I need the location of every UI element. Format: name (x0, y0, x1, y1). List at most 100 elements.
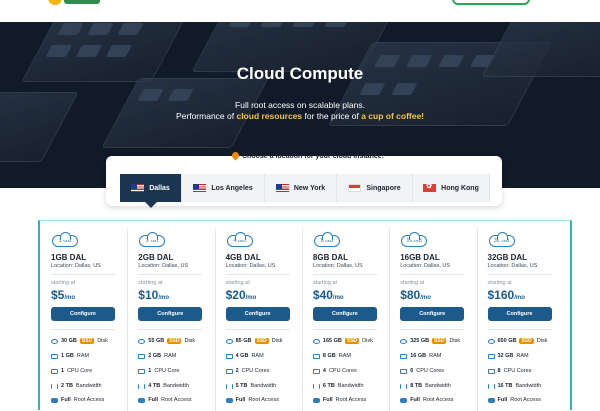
feature-label: CPU Cores (416, 368, 445, 374)
configure-button[interactable]: Configure (138, 307, 203, 321)
memory-icon (51, 353, 58, 359)
plan-feature: 6 TB Bandwidth (312, 383, 364, 389)
plan-feature: 1 CPU Core (51, 368, 92, 374)
location-tab-dallas[interactable]: Dallas (120, 174, 182, 208)
feature-value: Full (61, 397, 71, 403)
feature-label: Disk (362, 338, 373, 344)
divider (225, 329, 290, 330)
plan-price: $10/mo (138, 288, 169, 302)
plan-card: 16 GB 16GB DAL Location: Dallas, US startin… (389, 221, 476, 411)
ssd-badge: SSD (432, 338, 447, 344)
feature-label: RAM (76, 353, 90, 359)
location-tab-hong-kong[interactable]: Hong Kong (413, 174, 490, 202)
feature-label: CPU Core (67, 368, 93, 374)
cpu-icon (400, 368, 408, 374)
disk-icon (225, 338, 233, 344)
plan-feature: Full Root Access (400, 397, 454, 403)
feature-label: RAM (338, 353, 351, 359)
feature-value: 16 GB (410, 353, 427, 359)
plan-location: Location: Dallas, US (400, 263, 451, 269)
feature-value: 6 TB (322, 383, 335, 389)
lock-icon (51, 397, 58, 403)
flag-us-icon (131, 184, 145, 192)
feature-label: Root Access (73, 397, 105, 403)
price-period: /mo (332, 295, 344, 301)
plan-price: $20/mo (225, 288, 257, 302)
lock-icon (487, 397, 495, 403)
cpu-icon (51, 368, 58, 374)
plan-feature: 32 GB RAM (487, 353, 529, 359)
plan-feature: 325 GB SSD Disk (400, 338, 460, 344)
plan-feature: 8 GB RAM (312, 353, 351, 359)
divider (487, 274, 552, 275)
location-tab-singapore[interactable]: Singapore (337, 174, 413, 202)
plan-feature: Full Root Access (487, 397, 541, 403)
feature-label: Root Access (422, 397, 454, 403)
location-tab-los-angeles[interactable]: Los Angeles (182, 174, 265, 202)
feature-value: 1 (148, 368, 152, 374)
plan-feature: 4 CPU Cores (312, 368, 357, 374)
feature-value: 4 GB (235, 353, 249, 359)
lock-icon (312, 397, 320, 403)
configure-button[interactable]: Configure (487, 307, 552, 321)
price-prefix: starting at (51, 280, 76, 286)
plan-size-cloud-icon: 2 GB (139, 232, 166, 247)
plan-feature: 4 GB RAM (225, 353, 264, 359)
divider (51, 329, 115, 330)
ssd-badge: SSD (167, 338, 182, 344)
disk-icon (312, 338, 320, 344)
cpu-icon (138, 368, 146, 374)
price-prefix: starting at (312, 280, 338, 286)
feature-value: 650 GB (497, 338, 517, 344)
logo[interactable] (48, 0, 100, 7)
plan-feature: 55 GB SSD Disk (138, 338, 195, 344)
feature-label: CPU Cores (241, 368, 270, 374)
plan-card: 1 GB 1GB DAL Location: Dallas, US starting … (40, 221, 127, 411)
plan-card: 32 GB 32GB DAL Location: Dallas, US startin… (477, 221, 564, 411)
configure-button[interactable]: Configure (225, 307, 290, 321)
feature-label: Bandwidth (425, 383, 451, 389)
location-tab-label: Singapore (366, 184, 401, 192)
disk-icon (51, 338, 58, 344)
memory-icon (400, 353, 408, 359)
plan-location: Location: Dallas, US (312, 263, 363, 269)
feature-value: 6 (410, 368, 414, 374)
bandwidth-icon (138, 383, 146, 389)
plan-feature: 1 CPU Core (138, 368, 179, 374)
location-tab-label: New York (293, 184, 326, 192)
logo-mark (48, 0, 62, 5)
plan-name: 16GB DAL (400, 253, 440, 262)
hero-tagline: Performance of cloud resources for the p… (175, 111, 425, 121)
plan-card: 8 GB 8GB DAL Location: Dallas, US starting … (302, 221, 389, 411)
feature-value: 55 GB (148, 338, 165, 344)
configure-button[interactable]: Configure (400, 307, 465, 321)
feature-label: CPU Cores (503, 368, 532, 374)
plan-feature: 16 GB RAM (400, 353, 441, 359)
feature-value: 5 TB (235, 383, 248, 389)
plan-name: 1GB DAL (51, 253, 87, 262)
divider (400, 329, 465, 330)
plan-name: 2GB DAL (138, 253, 174, 262)
plan-card: 2 GB 2GB DAL Location: Dallas, US starting … (127, 221, 214, 411)
plan-name: 4GB DAL (225, 253, 261, 262)
configure-button[interactable]: Configure (312, 307, 377, 321)
plan-size-cloud-icon: 16 GB (401, 232, 428, 247)
plan-feature: 2 CPU Cores (225, 368, 270, 374)
feature-label: Bandwidth (515, 383, 542, 389)
price-prefix: starting at (400, 280, 425, 286)
feature-label: Disk (536, 338, 548, 344)
plan-feature: Full Root Access (138, 397, 192, 403)
divider (487, 329, 552, 330)
location-tab-new-york[interactable]: New York (265, 174, 337, 202)
plan-feature: Full Root Access (225, 397, 279, 403)
feature-value: Full (410, 397, 420, 403)
feature-value: 1 GB (61, 353, 74, 359)
header-cta-button[interactable] (452, 0, 530, 5)
price-prefix: starting at (487, 280, 512, 286)
configure-button[interactable]: Configure (51, 307, 115, 321)
plan-feature: 4 TB Bandwidth (138, 383, 189, 389)
plan-location: Location: Dallas, US (225, 263, 276, 269)
plan-name: 8GB DAL (312, 253, 349, 262)
plan-price: $160/mo (487, 288, 525, 302)
feature-value: 85 GB (235, 338, 252, 344)
